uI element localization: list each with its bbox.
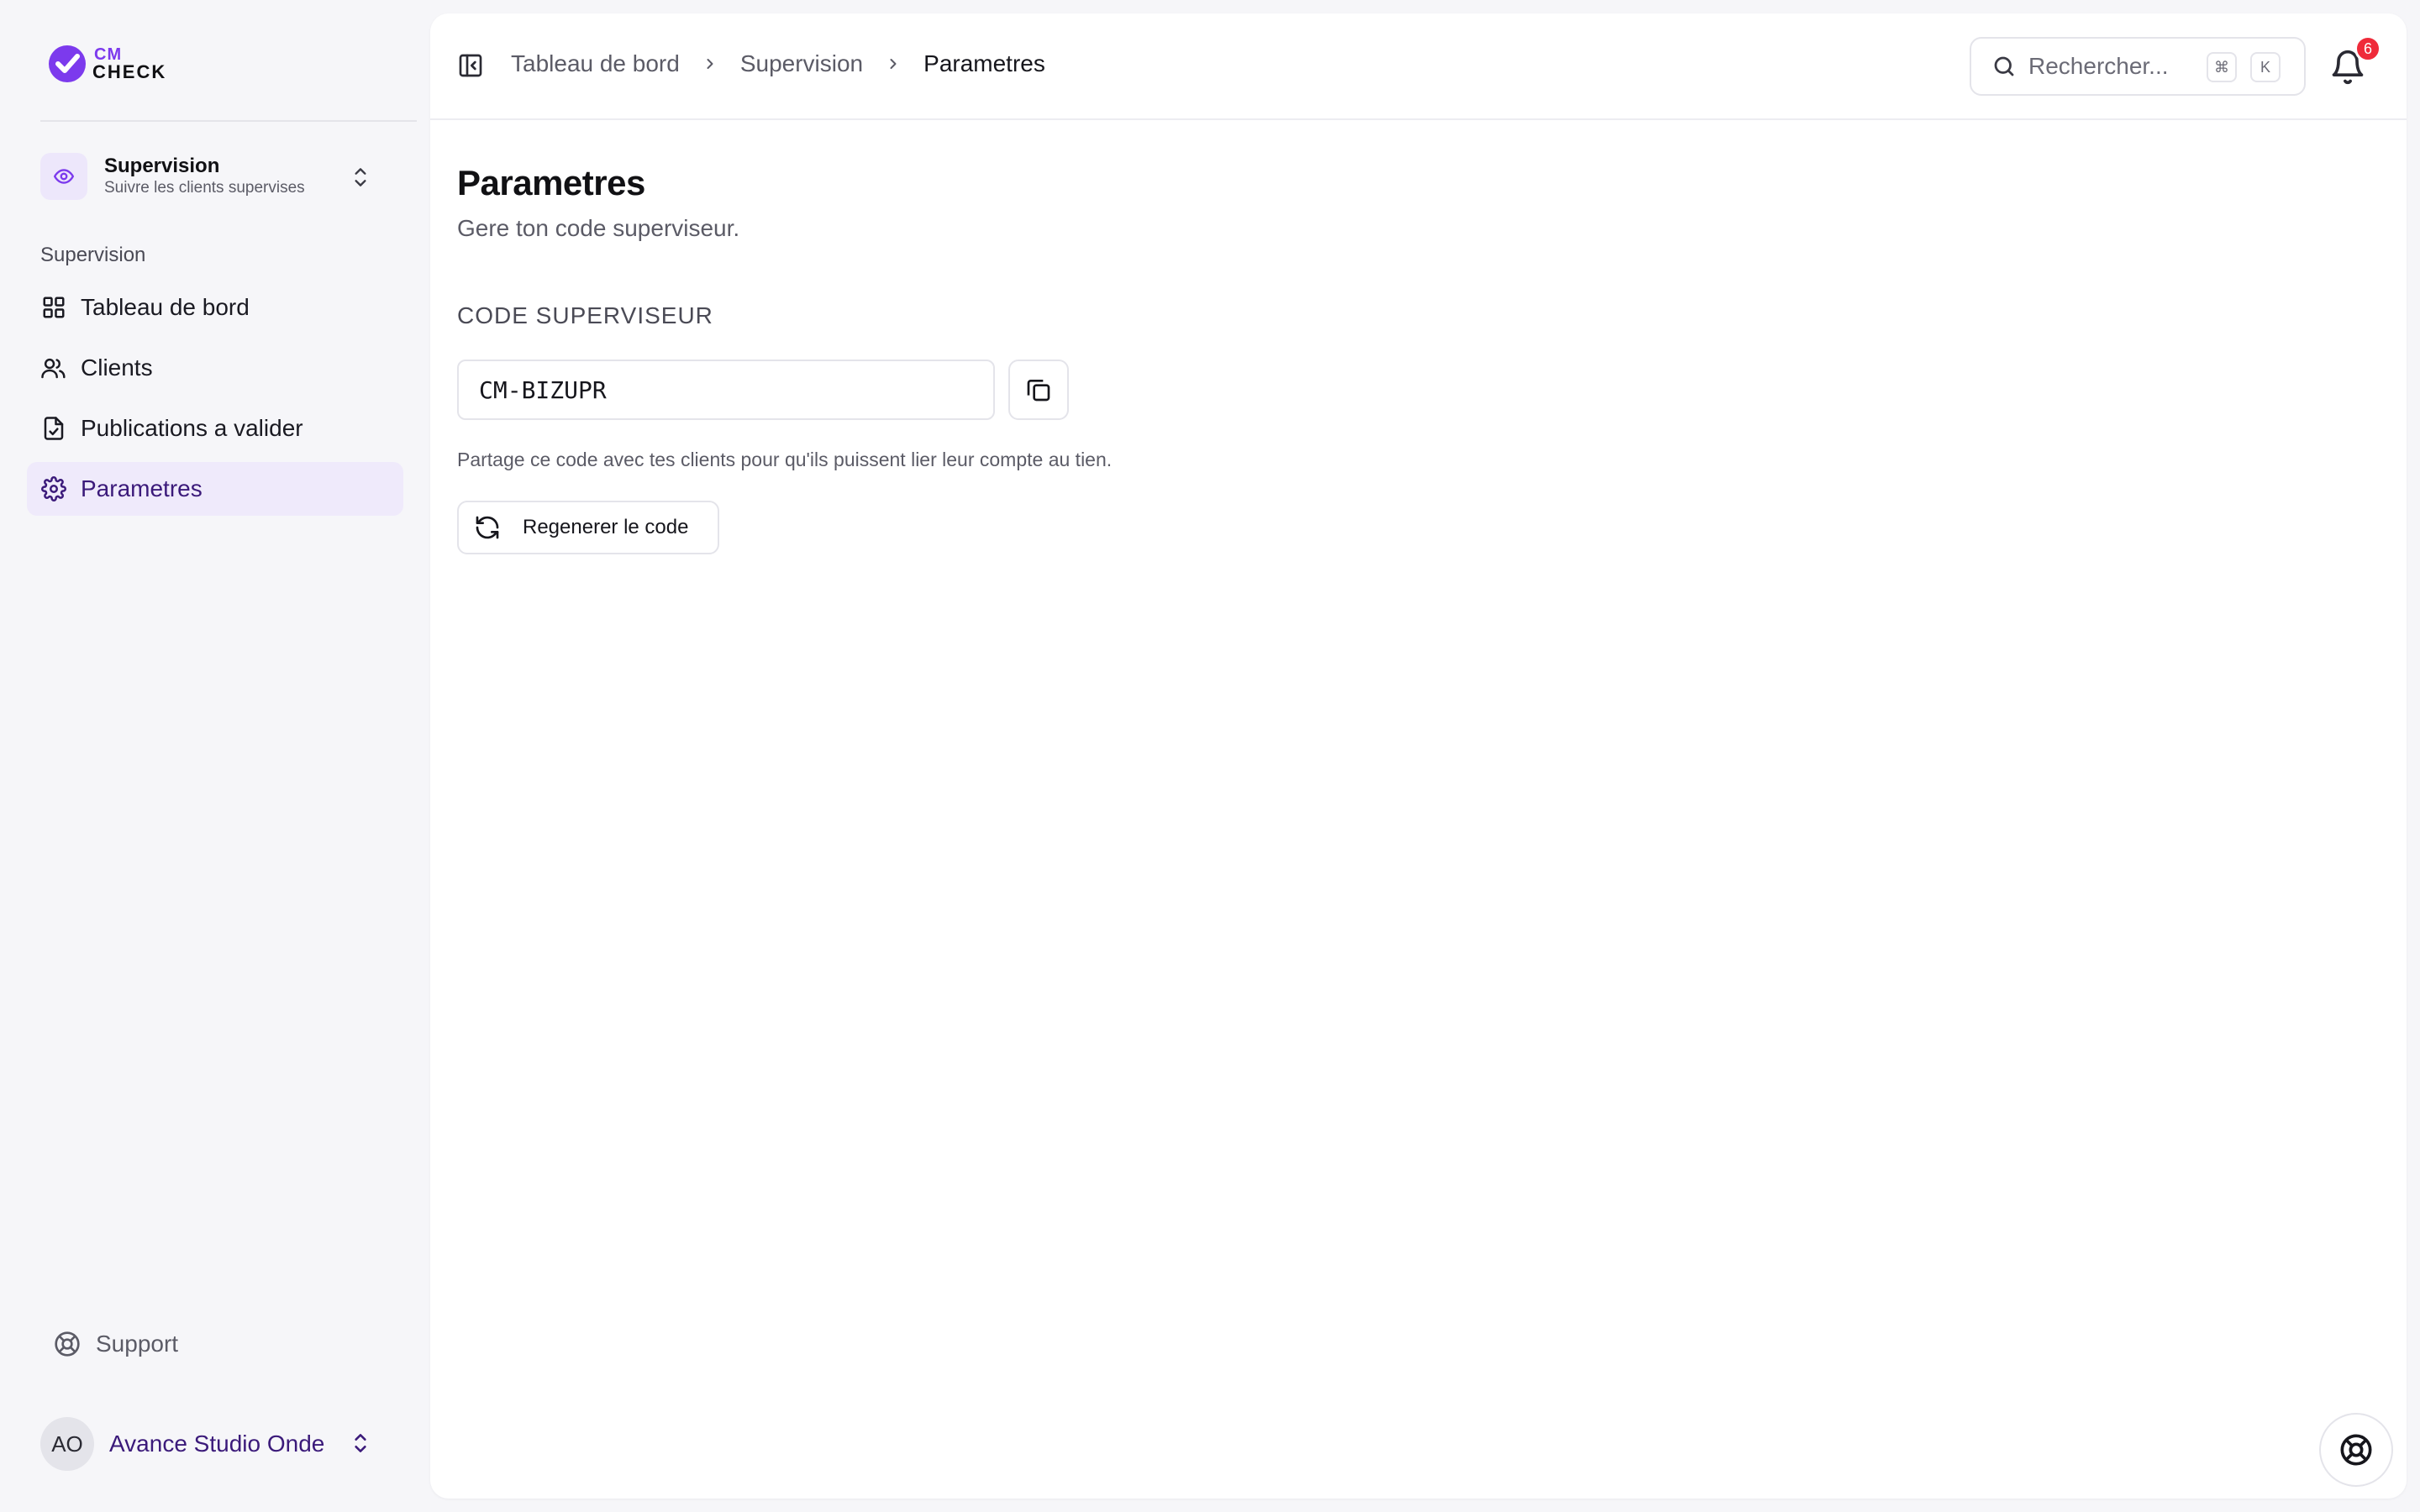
breadcrumb-current: Parametres (923, 50, 1045, 76)
gear-icon (40, 475, 67, 502)
page-title: Parametres (457, 163, 645, 202)
workspace-switcher[interactable]: Supervision Suivre les clients supervise… (40, 151, 397, 202)
sidebar-item-publications[interactable]: Publications a valider (27, 402, 403, 455)
chevron-up-down-icon (350, 165, 371, 190)
avatar: AO (40, 1417, 94, 1471)
user-menu[interactable]: AO Avance Studio Onde (40, 1416, 397, 1472)
sidebar-nav: Tableau de bord Clients Publications a v… (27, 281, 403, 522)
breadcrumb-link-supervision[interactable]: Supervision (740, 50, 863, 77)
sidebar-section-label: Supervision (40, 244, 146, 266)
page-subtitle: Gere ton code superviseur. (457, 215, 740, 241)
user-name: Avance Studio Onde (109, 1431, 325, 1457)
eye-icon (40, 153, 87, 200)
regenerate-code-button[interactable]: Regenerer le code (457, 501, 719, 554)
shortcut-key-cmd: ⌘ (2207, 52, 2237, 82)
brand-line2: CHECK (92, 61, 167, 82)
file-check-icon (40, 415, 67, 442)
copy-icon (1025, 376, 1052, 403)
breadcrumb-link-tableau-de-bord[interactable]: Tableau de bord (511, 50, 680, 77)
help-floating-button[interactable] (2319, 1413, 2393, 1487)
support-link[interactable]: Support (54, 1331, 178, 1357)
sidebar-item-label: Tableau de bord (81, 294, 250, 320)
search-icon (1991, 54, 2017, 79)
chevron-up-down-icon (350, 1431, 371, 1456)
notification-badge: 6 (2354, 35, 2381, 62)
refresh-icon (474, 514, 501, 541)
sidebar-item-clients[interactable]: Clients (27, 341, 403, 395)
supervisor-code-field[interactable]: CM-BIZUPR (457, 360, 995, 420)
chevron-right-icon (885, 55, 902, 72)
lifebuoy-icon (54, 1331, 81, 1357)
sidebar-item-tableau-de-bord[interactable]: Tableau de bord (27, 281, 403, 334)
topbar: Tableau de bord Supervision Parametres R… (430, 13, 2407, 120)
breadcrumb: Tableau de bord Supervision Parametres (511, 50, 1045, 77)
workspace-title: Supervision (104, 155, 220, 177)
brand-logo[interactable]: CM CHECK (47, 44, 166, 84)
sidebar-item-parametres[interactable]: Parametres (27, 462, 403, 516)
sidebar-item-label: Publications a valider (81, 415, 303, 441)
workspace-subtitle: Suivre les clients supervises (104, 179, 305, 197)
lifebuoy-icon (2339, 1433, 2373, 1467)
search-placeholder: Rechercher... (2028, 53, 2169, 79)
users-icon (40, 354, 67, 381)
check-badge-icon (49, 45, 86, 82)
brand-line1: CM (94, 45, 123, 64)
sidebar-toggle-icon[interactable] (457, 52, 484, 79)
regenerate-label: Regenerer le code (523, 516, 689, 538)
chevron-right-icon (702, 55, 718, 72)
copy-button[interactable] (1008, 360, 1069, 420)
grid-icon (40, 294, 67, 321)
code-help-text: Partage ce code avec tes clients pour qu… (457, 449, 1113, 470)
sidebar: CM CHECK Supervision Suivre les clients … (0, 0, 429, 1512)
support-label: Support (96, 1331, 179, 1357)
sidebar-item-label: Clients (81, 354, 153, 381)
code-label: CODE SUPERVISEUR (457, 302, 713, 328)
main-panel: Tableau de bord Supervision Parametres R… (430, 13, 2407, 1499)
sidebar-divider (40, 120, 417, 122)
shortcut-key-k: K (2250, 52, 2281, 82)
search-input[interactable]: Rechercher... ⌘ K (1970, 37, 2306, 96)
sidebar-item-label: Parametres (81, 475, 203, 501)
